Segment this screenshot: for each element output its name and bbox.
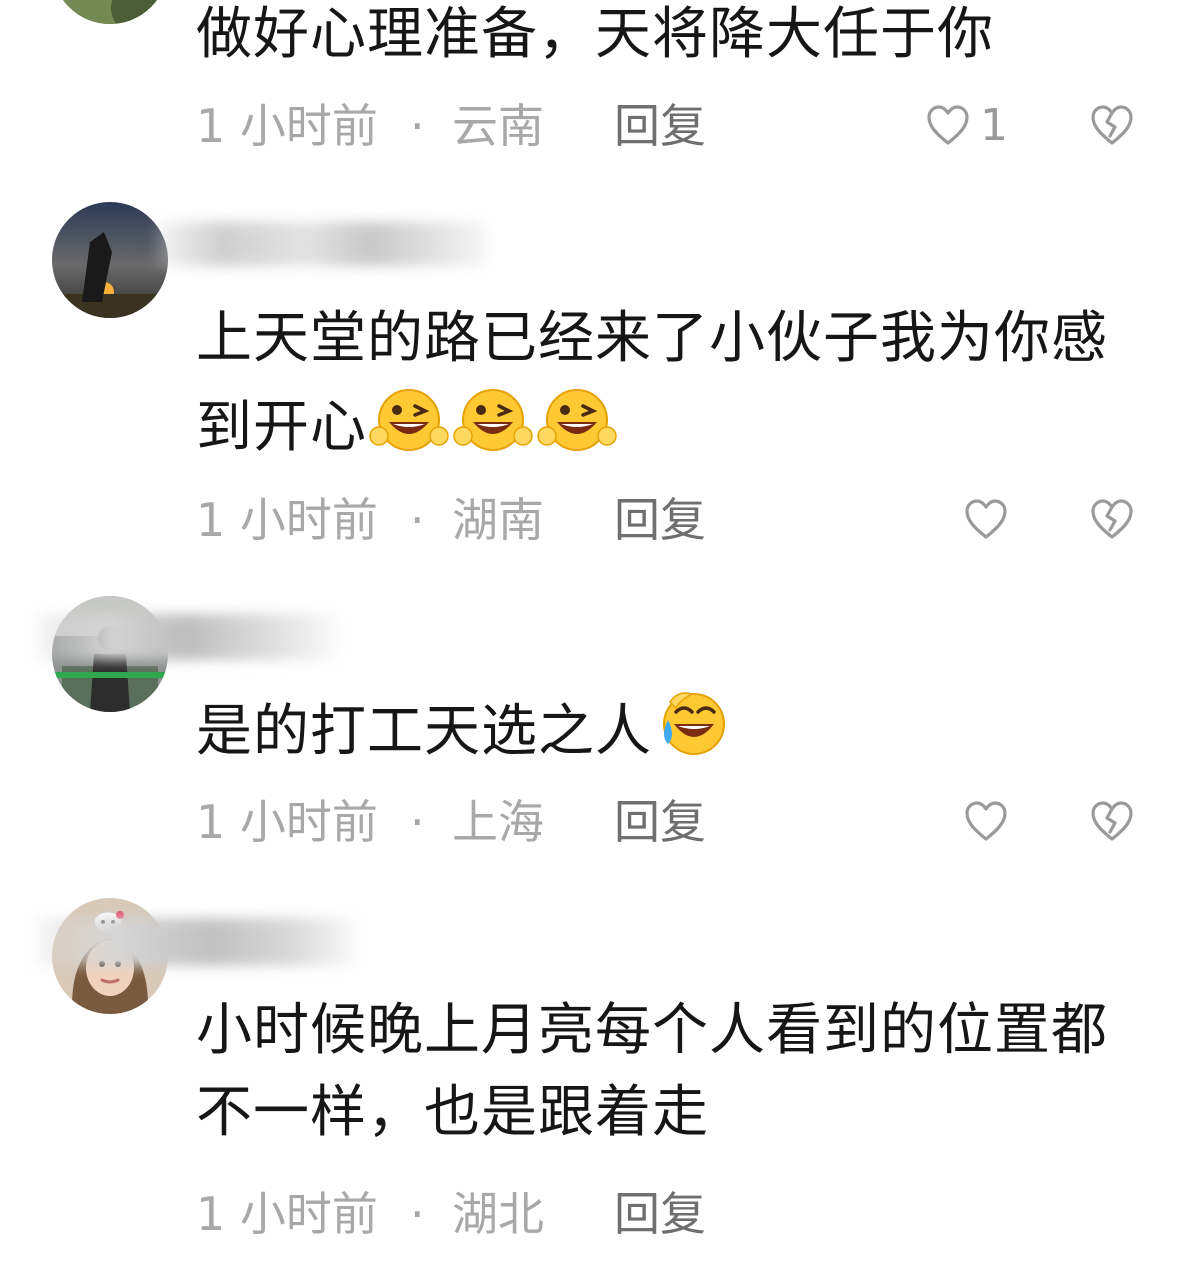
comment-time: 1 小时前 (196, 493, 378, 547)
like-count: 1 (980, 100, 1008, 151)
username-blurred[interactable] (156, 214, 496, 270)
comment-meta: 1 小时前 · 上海 回复 (196, 792, 1156, 852)
comment-meta: 1 小时前 · 云南 回复 1 (196, 96, 1156, 156)
grin-wink-emoji (453, 380, 533, 460)
meta-separator: · (410, 493, 425, 547)
username-blurred[interactable] (36, 904, 496, 966)
comment-location: 上海 (452, 795, 544, 849)
broken-heart-icon (1091, 105, 1133, 145)
blurred-name (36, 918, 356, 966)
like-button[interactable]: 1 (924, 102, 1008, 150)
comment-text: 做好心理准备，天将降大任于你 (196, 2, 994, 67)
heart-outline-icon (965, 801, 1007, 841)
dislike-button[interactable] (1088, 102, 1136, 150)
meta-separator: · (410, 795, 425, 849)
broken-heart-icon (1091, 499, 1133, 539)
comment-list: 做好心理准备，天将降大任于你 1 小时前 · 云南 回复 1 上天堂的路已经来了… (0, 0, 1200, 1266)
broken-heart-icon (1091, 801, 1133, 841)
reply-button[interactable]: 回复 (614, 490, 706, 550)
meta-separator: · (410, 99, 425, 153)
reply-button[interactable]: 回复 (614, 792, 706, 852)
blurred-name (156, 222, 486, 266)
dislike-button[interactable] (1088, 798, 1136, 846)
reply-button[interactable]: 回复 (614, 96, 706, 156)
comment-location: 湖北 (452, 1187, 544, 1241)
comment-time: 1 小时前 (196, 795, 378, 849)
comment-time: 1 小时前 (196, 99, 378, 153)
user-avatar[interactable] (52, 202, 168, 318)
grin-wink-emoji (537, 380, 617, 460)
dislike-button[interactable] (1088, 496, 1136, 544)
comment-meta: 1 小时前 · 湖南 回复 (196, 490, 1156, 550)
comment-time: 1 小时前 (196, 1187, 378, 1241)
reply-button[interactable]: 回复 (614, 1184, 706, 1244)
comment-text: 是的打工天选之人 (196, 684, 1156, 773)
comment-location: 湖南 (452, 493, 544, 547)
username-blurred[interactable] (36, 604, 496, 660)
user-avatar[interactable] (52, 0, 168, 24)
heart-outline-icon (965, 499, 1007, 539)
grin-wink-emoji (369, 380, 449, 460)
like-button[interactable] (962, 798, 1018, 846)
laughing-tears-emoji (654, 684, 734, 764)
comment-location: 云南 (452, 99, 544, 153)
comment-text: 小时候晚上月亮每个人看到的位置都不一样，也是跟着走 (196, 998, 1108, 1145)
blurred-name (36, 614, 336, 660)
meta-separator: · (410, 1187, 425, 1241)
like-button[interactable] (962, 496, 1018, 544)
comment-meta: 1 小时前 · 湖北 回复 (196, 1184, 1156, 1244)
comment-text: 上天堂的路已经来了小伙子我为你感到开心 (196, 306, 1108, 460)
heart-outline-icon (927, 105, 969, 145)
